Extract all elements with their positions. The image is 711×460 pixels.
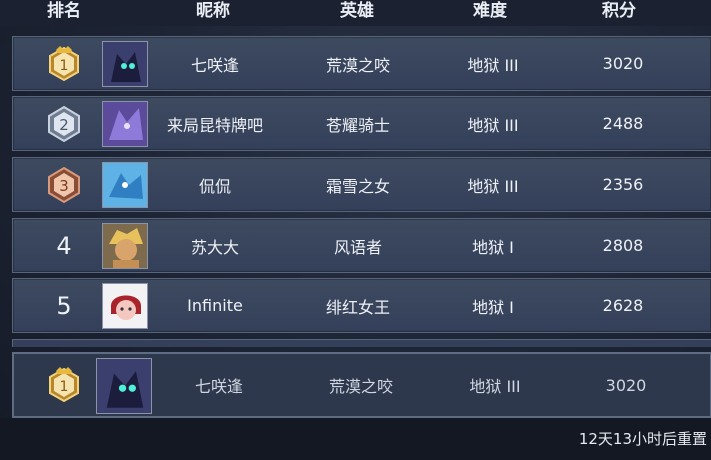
blond-hero-avatar-icon: [102, 223, 148, 269]
bronze-hexagon-badge-icon: 3: [37, 158, 91, 211]
hero-name: 苍耀骑士: [325, 115, 390, 135]
score: 2356: [602, 175, 644, 194]
score: 2808: [602, 236, 644, 255]
rank-number: 4: [56, 231, 72, 260]
player-name: 来局昆特牌吧: [166, 115, 263, 135]
player-name: 侃侃: [198, 176, 231, 196]
gold-crown-badge-icon: 1: [37, 37, 91, 90]
header-difficulty: 难度: [473, 1, 507, 21]
leaderboard-row[interactable]: 2 来局昆特牌吧 苍耀骑士 地狱 III 2488: [12, 96, 711, 151]
player-name: 七咲逢: [190, 55, 239, 75]
hero-name: 荒漠之咬: [325, 55, 390, 75]
header-nickname: 昵称: [196, 1, 230, 21]
svg-text:1: 1: [60, 58, 69, 74]
difficulty: 地狱 I: [472, 297, 514, 317]
leaderboard-row[interactable]: 1 七咲逢 荒漠之咬 地狱 III 3020: [12, 36, 711, 91]
gold-crown-badge-icon: 1: [38, 354, 90, 416]
player-name: 七咲逢: [194, 377, 243, 396]
dark-dragon-avatar-icon: [96, 358, 152, 414]
hero-name: 风语者: [333, 237, 382, 257]
header-hero: 英雄: [340, 1, 374, 21]
player-name: Infinite: [187, 296, 243, 315]
difficulty: 地狱 III: [467, 115, 519, 135]
hero-name: 荒漠之咬: [328, 377, 393, 396]
hero-name: 霜雪之女: [325, 176, 390, 196]
hero-name: 绯红女王: [325, 297, 390, 317]
reset-countdown: 12天13小时后重置: [578, 430, 707, 448]
leaderboard-row[interactable]: 4 苏大大 风语者 地狱 I 2808: [12, 218, 711, 273]
header-score: 积分: [602, 1, 636, 21]
score: 2628: [602, 296, 644, 315]
svg-text:3: 3: [59, 177, 69, 195]
score: 2488: [602, 114, 644, 133]
score: 3020: [602, 54, 644, 73]
leaderboard-header: 排名 昵称 英雄 难度 积分: [0, 0, 711, 26]
header-rank: 排名: [47, 1, 81, 21]
dark-dragon-avatar-icon: [102, 41, 148, 87]
difficulty: 地狱 III: [469, 377, 521, 396]
difficulty: 地狱 III: [467, 55, 519, 75]
leaderboard-row[interactable]: 3 侃侃 霜雪之女 地狱 III 2356: [12, 157, 711, 212]
purple-dragon-avatar-icon: [102, 101, 148, 147]
svg-text:2: 2: [59, 116, 69, 134]
silver-hexagon-badge-icon: 2: [37, 97, 91, 150]
difficulty: 地狱 III: [467, 176, 519, 196]
next-row-partial: [12, 339, 711, 347]
blue-dragon-avatar-icon: [102, 162, 148, 208]
difficulty: 地狱 I: [472, 237, 514, 257]
player-name: 苏大大: [190, 237, 239, 257]
red-hair-girl-avatar-icon: [102, 283, 148, 329]
score: 3020: [605, 375, 647, 395]
my-rank-row[interactable]: 1 七咲逢 荒漠之咬 地狱 III 3020: [12, 352, 711, 418]
svg-text:1: 1: [60, 379, 69, 395]
rank-number: 5: [56, 291, 72, 320]
leaderboard-row[interactable]: 5 Infinite 绯红女王 地狱 I 2628: [12, 278, 711, 333]
